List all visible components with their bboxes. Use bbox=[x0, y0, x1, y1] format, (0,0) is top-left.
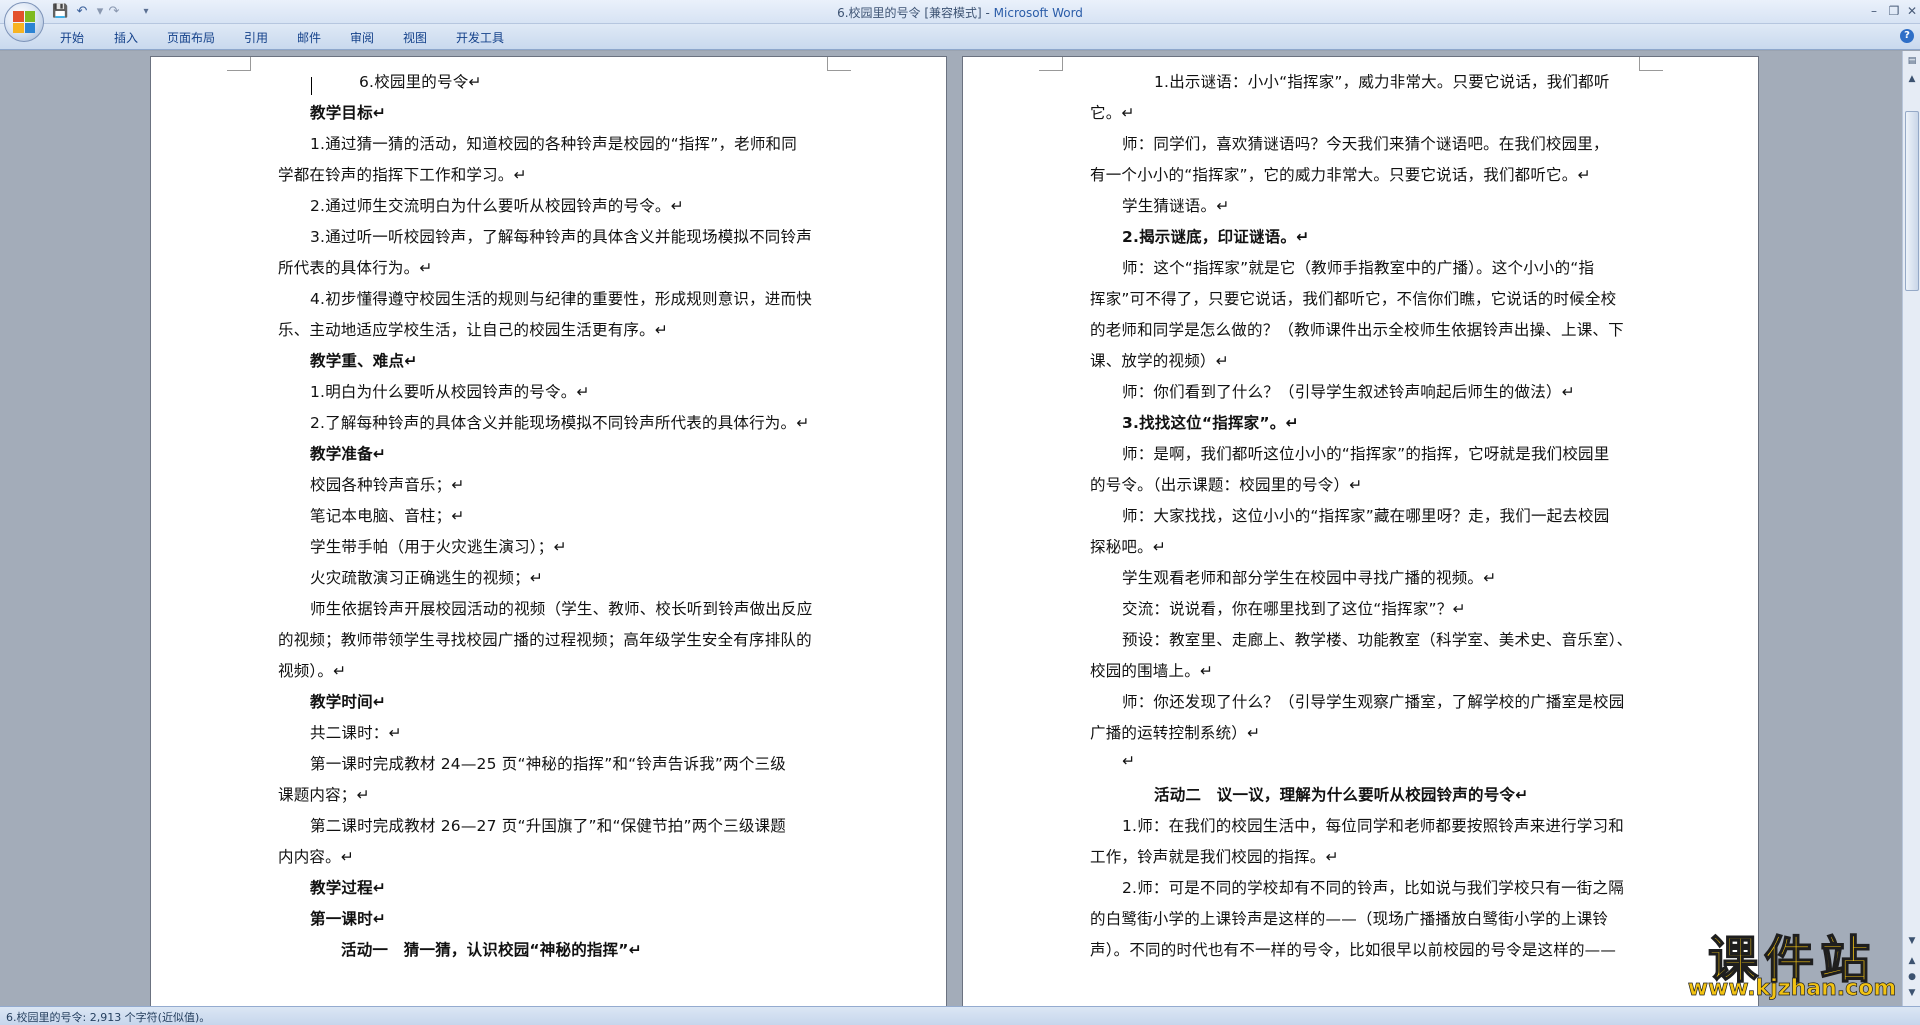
status-word-count[interactable]: 6.校园里的号令: 2,913 个字符(近似值)。 bbox=[6, 1009, 210, 1025]
document-line: 它。↵ bbox=[1090, 104, 1135, 122]
document-line: 教学目标↵ bbox=[310, 104, 386, 122]
scroll-thumb[interactable] bbox=[1905, 111, 1919, 291]
tab-developer[interactable]: 开发工具 bbox=[456, 29, 504, 46]
document-line: ↵ bbox=[1122, 752, 1136, 770]
document-line: 乐、主动地适应学校生活，让自己的校园生活更有序。↵ bbox=[278, 321, 668, 339]
document-line: 1.通过猜一猜的活动，知道校园的各种铃声是校园的“指挥”，老师和同 bbox=[310, 135, 797, 153]
document-line: 师：这个“指挥家”就是它（教师手指教室中的广播）。这个小小的“指 bbox=[1122, 259, 1595, 277]
ribbon-tab-bar: 开始 插入 页面布局 引用 邮件 审阅 视图 开发工具 ? bbox=[0, 24, 1920, 50]
document-page-right[interactable]: 1.出示谜语：小小“指挥家”，威力非常大。只要它说话，我们都听它。↵ 师：同学们，… bbox=[962, 56, 1759, 1006]
document-line: 师：大家找找，这位小小的“指挥家”藏在哪里呀？走，我们一起去校园 bbox=[1122, 507, 1610, 525]
tab-page-layout[interactable]: 页面布局 bbox=[167, 29, 215, 46]
document-line: 1.师：在我们的校园生活中，每位同学和老师都要按照铃声来进行学习和 bbox=[1122, 817, 1624, 835]
crop-mark bbox=[227, 57, 251, 71]
document-line: 4.初步懂得遵守校园生活的规则与纪律的重要性，形成规则意识，进而快 bbox=[310, 290, 812, 308]
document-line: 火灾疏散演习正确逃生的视频；↵ bbox=[310, 569, 543, 587]
document-line: 教学时间↵ bbox=[310, 693, 386, 711]
document-line: 1.明白为什么要听从校园铃声的号令。↵ bbox=[310, 383, 590, 401]
document-line: 1.出示谜语：小小“指挥家”，威力非常大。只要它说话，我们都听 bbox=[1154, 73, 1610, 91]
document-line: 2.了解每种铃声的具体含义并能现场模拟不同铃声所代表的具体行为。↵ bbox=[310, 414, 810, 432]
document-line: 声）。不同的时代也有不一样的号令，比如很早以前校园的号令是这样的—— bbox=[1090, 941, 1617, 959]
crop-mark bbox=[827, 57, 851, 71]
document-line: 师：是啊，我们都听这位小小的“指挥家”的指挥，它呀就是我们校园里 bbox=[1122, 445, 1610, 463]
document-line: 挥家”可不得了，只要它说话，我们都听它，不信你们瞧，它说话的时候全校 bbox=[1090, 290, 1617, 308]
document-line: 师：同学们，喜欢猜谜语吗？今天我们来猜个谜语吧。在我们校园里， bbox=[1122, 135, 1609, 153]
document-line: 第二课时完成教材 26—27 页“升国旗了”和“保健节拍”两个三级课题 bbox=[310, 817, 786, 835]
document-line: 交流：说说看，你在哪里找到了这位“指挥家”？↵ bbox=[1122, 600, 1466, 618]
document-page-left[interactable]: 6.校园里的号令↵ 教学目标↵ 1.通过猜一猜的活动，知道校园的各种铃声是校园的“指… bbox=[150, 56, 947, 1006]
select-browse-object-icon[interactable]: ● bbox=[1904, 969, 1920, 985]
document-line: 师：你还发现了什么？（引导学生观察广播室，了解学校的广播室是校园 bbox=[1122, 693, 1625, 711]
document-line: 活动一 猜一猜，认识校园“神秘的指挥”↵ bbox=[341, 941, 642, 959]
document-title: 6.校园里的号令 [兼容模式] - bbox=[837, 6, 994, 20]
crop-mark bbox=[1039, 57, 1063, 71]
status-bar: 6.校园里的号令: 2,913 个字符(近似值)。 bbox=[0, 1006, 1920, 1025]
document-line: 预设：教室里、走廊上、教学楼、功能教室（科学室、美术史、音乐室）、 bbox=[1122, 631, 1633, 649]
document-line: 校园各种铃声音乐；↵ bbox=[310, 476, 465, 494]
ruler-toggle-icon[interactable]: ▤ bbox=[1904, 53, 1920, 69]
close-icon[interactable]: ✕ bbox=[1902, 2, 1920, 20]
document-line: 学生观看老师和部分学生在校园中寻找广播的视频。↵ bbox=[1122, 569, 1497, 587]
document-line: 视频）。↵ bbox=[278, 662, 347, 680]
document-line: 学都在铃声的指挥下工作和学习。↵ bbox=[278, 166, 527, 184]
document-line: 第一课时完成教材 24—25 页“神秘的指挥”和“铃声告诉我”两个三级 bbox=[310, 755, 786, 773]
tab-references[interactable]: 引用 bbox=[244, 29, 268, 46]
tab-view[interactable]: 视图 bbox=[403, 29, 427, 46]
scroll-up-icon[interactable]: ▲ bbox=[1904, 71, 1920, 87]
document-line: 2.通过师生交流明白为什么要听从校园铃声的号令。↵ bbox=[310, 197, 684, 215]
document-line: 3.找找这位“指挥家”。↵ bbox=[1122, 414, 1299, 432]
crop-mark bbox=[1639, 57, 1663, 71]
document-line: 课题内容；↵ bbox=[278, 786, 370, 804]
title-bar: 💾 ↶ ▾ ↷ ▾ 6.校园里的号令 [兼容模式] - Microsoft Wo… bbox=[0, 0, 1920, 42]
document-line: 教学重、难点↵ bbox=[310, 352, 418, 370]
window-title: 6.校园里的号令 [兼容模式] - Microsoft Word bbox=[0, 4, 1920, 21]
document-line: 6.校园里的号令↵ bbox=[359, 73, 482, 91]
document-line: 的老师和同学是怎么做的？（教师课件出示全校师生依据铃声出操、上课、下 bbox=[1090, 321, 1624, 339]
tab-home[interactable]: 开始 bbox=[60, 29, 84, 46]
maximize-icon[interactable]: ❐ bbox=[1884, 2, 1904, 20]
document-line: 教学过程↵ bbox=[310, 879, 386, 897]
document-line: 校园的围墙上。↵ bbox=[1090, 662, 1214, 680]
document-line: 师：你们看到了什么？（引导学生叙述铃声响起后师生的做法）↵ bbox=[1122, 383, 1575, 401]
document-line: 学生带手帕（用于火灾逃生演习）；↵ bbox=[310, 538, 567, 556]
document-line: 内内容。↵ bbox=[278, 848, 354, 866]
tab-insert[interactable]: 插入 bbox=[114, 29, 138, 46]
document-line: 课、放学的视频）↵ bbox=[1090, 352, 1229, 370]
app-name: Microsoft Word bbox=[993, 6, 1083, 20]
document-area[interactable]: 6.校园里的号令↵ 教学目标↵ 1.通过猜一猜的活动，知道校园的各种铃声是校园的“指… bbox=[0, 51, 1902, 1006]
document-line: 所代表的具体行为。↵ bbox=[278, 259, 433, 277]
document-line: 笔记本电脑、音柱；↵ bbox=[310, 507, 465, 525]
document-line: 师生依据铃声开展校园活动的视频（学生、教师、校长听到铃声做出反应 bbox=[310, 600, 813, 618]
document-line: 活动二 议一议，理解为什么要听从校园铃声的号令↵ bbox=[1154, 786, 1529, 804]
document-line: 教学准备↵ bbox=[310, 445, 386, 463]
document-line: 2.揭示谜底，印证谜语。↵ bbox=[1122, 228, 1310, 246]
office-logo-icon bbox=[13, 11, 35, 33]
next-page-icon[interactable]: ▼ bbox=[1904, 985, 1920, 1001]
document-line: 广播的运转控制系统）↵ bbox=[1090, 724, 1261, 742]
document-line: 3.通过听一听校园铃声，了解每种铃声的具体含义并能现场模拟不同铃声 bbox=[310, 228, 812, 246]
scroll-down-icon[interactable]: ▼ bbox=[1904, 933, 1920, 949]
document-line: 共二课时：↵ bbox=[310, 724, 402, 742]
document-line: 的号令。（出示课题：校园里的号令）↵ bbox=[1090, 476, 1363, 494]
document-line: 探秘吧。↵ bbox=[1090, 538, 1166, 556]
minimize-icon[interactable]: – bbox=[1864, 2, 1884, 20]
document-line: 学生猜谜语。↵ bbox=[1122, 197, 1230, 215]
document-line: 的白鹭街小学的上课铃声是这样的——（现场广播播放白鹭街小学的上课铃 bbox=[1090, 910, 1609, 928]
tab-review[interactable]: 审阅 bbox=[350, 29, 374, 46]
previous-page-icon[interactable]: ▲ bbox=[1904, 953, 1920, 969]
document-line: 第一课时↵ bbox=[310, 910, 386, 928]
document-line: 工作，铃声就是我们校园的指挥。↵ bbox=[1090, 848, 1339, 866]
office-button[interactable] bbox=[4, 2, 44, 42]
document-line: 的视频；教师带领学生寻找校园广播的过程视频；高年级学生安全有序排队的 bbox=[278, 631, 812, 649]
document-line: 2.师：可是不同的学校却有不同的铃声，比如说与我们学校只有一街之隔 bbox=[1122, 879, 1624, 897]
help-icon[interactable]: ? bbox=[1900, 29, 1914, 43]
tab-mailings[interactable]: 邮件 bbox=[297, 29, 321, 46]
document-line: 有一个小小的“指挥家”，它的威力非常大。只要它说话，我们都听它。↵ bbox=[1090, 166, 1591, 184]
vertical-scrollbar[interactable]: ▤ ▲ ▼ ▲ ● ▼ bbox=[1902, 51, 1920, 1006]
text-cursor bbox=[311, 77, 312, 95]
